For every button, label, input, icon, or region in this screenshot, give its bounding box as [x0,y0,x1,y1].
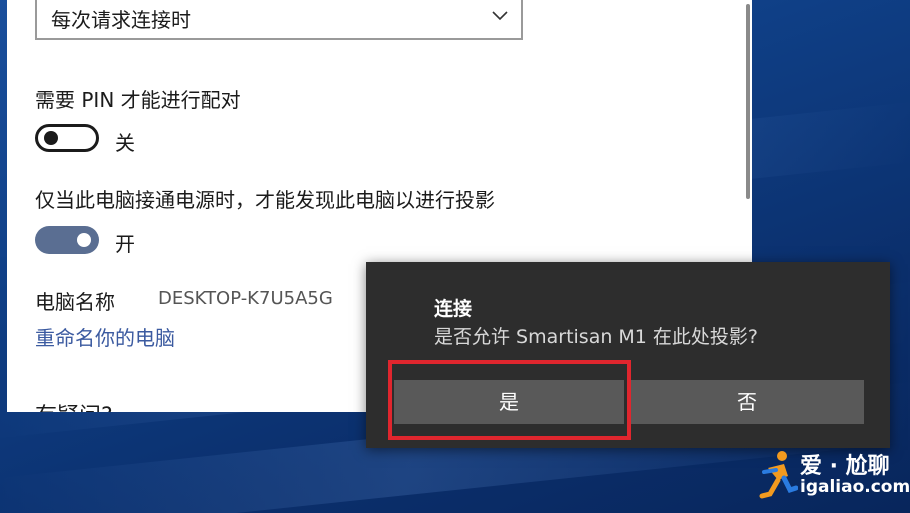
runner-logo-icon [759,451,798,499]
power-setting-label: 仅当此电脑接通电源时，才能发现此电脑以进行投影 [35,188,495,212]
watermark: 爱 · 尬聊 igaliao.com [752,440,910,513]
scrollbar[interactable] [746,4,750,199]
highlight-box [388,360,631,440]
watermark-line2: igaliao.com [800,477,910,497]
power-toggle-state: 开 [115,232,135,256]
pin-toggle-state: 关 [115,131,135,155]
dialog-message: 是否允许 Smartisan M1 在此处投影? [434,326,759,348]
chevron-down-icon [492,11,508,21]
deny-button[interactable]: 否 [630,380,864,424]
toggle-knob [44,131,58,145]
pc-name-label: 电脑名称 [35,290,115,314]
power-toggle[interactable] [35,226,99,254]
pin-setting-label: 需要 PIN 才能进行配对 [35,88,241,112]
pc-name-value: DESKTOP-K7U5A5G [158,288,333,309]
dialog-title: 连接 [434,298,473,320]
dropdown-value: 每次请求连接时 [51,8,191,32]
rename-pc-link[interactable]: 重命名你的电脑 [35,322,175,351]
watermark-line1: 爱 · 尬聊 [800,454,890,479]
pin-toggle[interactable] [35,124,99,152]
toggle-knob [77,233,91,247]
questions-heading: 有疑问? [35,398,113,412]
connection-prompt-dropdown[interactable]: 每次请求连接时 [35,0,523,40]
